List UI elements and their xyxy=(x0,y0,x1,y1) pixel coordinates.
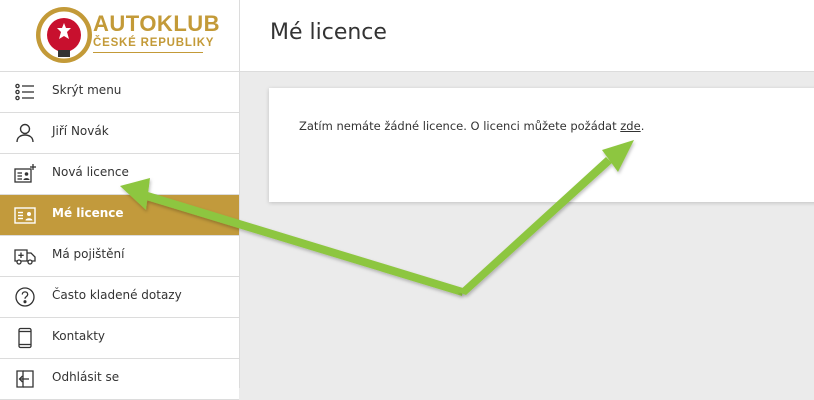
logout-icon xyxy=(16,370,34,388)
request-license-link[interactable]: zde xyxy=(620,119,640,133)
question-icon xyxy=(15,287,35,307)
sidebar-item-label: Má pojištění xyxy=(52,247,125,261)
user-icon xyxy=(16,123,34,143)
sidebar-item-hide-menu[interactable]: Skrýt menu xyxy=(0,72,239,113)
sidebar-item-label: Jiří Novák xyxy=(52,124,109,138)
license-card-icon xyxy=(14,207,36,224)
add-license-icon xyxy=(14,164,36,183)
sidebar-item-logout[interactable]: Odhlásit se xyxy=(0,359,239,400)
sidebar-item-my-licenses[interactable]: Mé licence xyxy=(0,195,239,236)
logo-subtitle: ČESKÉ REPUBLIKY xyxy=(93,37,215,49)
empty-licenses-message: Zatím nemáte žádné licence. O licenci mů… xyxy=(299,119,644,133)
list-icon xyxy=(15,83,34,101)
ambulance-icon xyxy=(14,249,36,265)
logo-area[interactable]: AUTOKLUB ČESKÉ REPUBLIKY xyxy=(0,0,239,72)
sidebar-item-label: Skrýt menu xyxy=(52,83,122,97)
sidebar-item-faq[interactable]: Často kladené dotazy xyxy=(0,277,239,318)
message-prefix: Zatím nemáte žádné licence. O licenci mů… xyxy=(299,119,621,133)
sidebar-item-contacts[interactable]: Kontakty xyxy=(0,318,239,359)
sidebar-item-label: Kontakty xyxy=(52,329,106,343)
sidebar-item-label: Nová licence xyxy=(52,165,129,179)
sidebar-item-label: Mé licence xyxy=(52,206,124,220)
page-header: Mé licence xyxy=(240,0,814,72)
page-title: Mé licence xyxy=(270,20,387,45)
sidebar-item-label: Často kladené dotazy xyxy=(52,288,182,302)
licenses-card: Zatím nemáte žádné licence. O licenci mů… xyxy=(269,88,814,202)
sidebar-item-label: Odhlásit se xyxy=(52,370,120,384)
message-suffix: . xyxy=(640,119,645,133)
autoklub-badge-logo xyxy=(36,7,92,63)
sidebar: AUTOKLUB ČESKÉ REPUBLIKY Skrýt menu Jiří… xyxy=(0,0,240,400)
logo-divider xyxy=(93,52,203,53)
sidebar-item-new-license[interactable]: Nová licence xyxy=(0,154,239,195)
logo-text: AUTOKLUB ČESKÉ REPUBLIKY xyxy=(93,12,220,50)
logo-title: AUTOKLUB xyxy=(93,11,221,36)
sidebar-item-insurance[interactable]: Má pojištění xyxy=(0,236,239,277)
sidebar-item-profile[interactable]: Jiří Novák xyxy=(0,113,239,154)
phone-icon xyxy=(18,327,32,349)
